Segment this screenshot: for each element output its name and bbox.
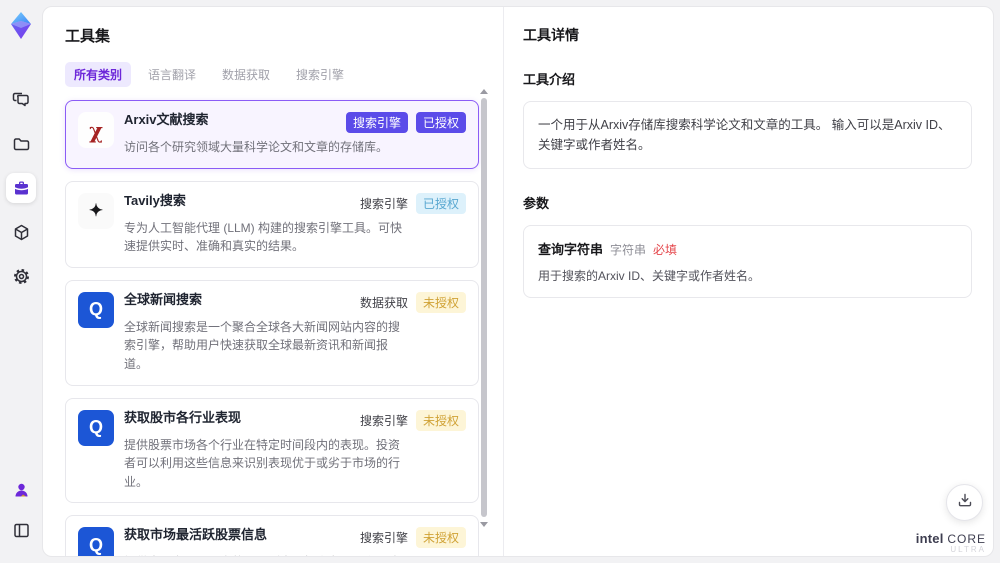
app-logo gem-logo-icon bbox=[8, 10, 34, 47]
tool-card-active-stocks[interactable]: Q 获取市场最活跃股票信息 搜索引擎 未授权 提供当天交易量最高的股票列表，投资… bbox=[65, 515, 479, 556]
tool-name: 获取股市各行业表现 bbox=[124, 409, 242, 425]
cube-icon bbox=[12, 223, 31, 242]
param-required-badge: 必填 bbox=[653, 243, 678, 257]
category-badge: 搜索引擎 bbox=[345, 112, 408, 133]
tool-card-sector-performance[interactable]: Q 获取股市各行业表现 搜索引擎 未授权 提供股票市场各个行业在特定时间段内的表… bbox=[65, 397, 479, 504]
tool-card-arxiv[interactable]: χ Arxiv文献搜索 搜索引擎 已授权 访问各个研究领域大量科学论文和文章的存… bbox=[65, 100, 479, 169]
scroll-up-icon[interactable] bbox=[480, 89, 488, 94]
tool-name: Arxiv文献搜索 bbox=[124, 112, 209, 127]
settings-icon gear-icon bbox=[12, 267, 31, 286]
panel-toggle-icon bbox=[12, 521, 31, 540]
tool-name: 获取市场最活跃股票信息 bbox=[124, 527, 268, 543]
tool-card-list: χ Arxiv文献搜索 搜索引擎 已授权 访问各个研究领域大量科学论文和文章的存… bbox=[65, 100, 479, 556]
sidebar-item-collapse[interactable] bbox=[6, 515, 36, 545]
param-type: 字符串 bbox=[610, 243, 647, 257]
page-title: 工具集 bbox=[65, 28, 111, 45]
brand-core: CORE bbox=[947, 531, 986, 546]
category-label: 数据获取 bbox=[359, 295, 408, 310]
folder-icon bbox=[12, 135, 31, 154]
auth-status-badge: 未授权 bbox=[415, 527, 466, 549]
detail-title: 工具详情 bbox=[523, 27, 579, 43]
auth-status-badge: 已授权 bbox=[415, 112, 466, 133]
tab-data-fetch[interactable]: 数据获取 bbox=[213, 62, 279, 87]
tool-description: 访问各个研究领域大量科学论文和文章的存储库。 bbox=[124, 140, 389, 154]
category-label: 搜索引擎 bbox=[359, 196, 408, 211]
scroll-down-icon[interactable] bbox=[480, 522, 488, 527]
tab-all-categories[interactable]: 所有类别 bbox=[65, 62, 132, 87]
tool-detail-pane: 工具详情 工具介绍 一个用于从Arxiv存储库搜索科学论文和文章的工具。 输入可… bbox=[504, 7, 993, 556]
briefcase-icon bbox=[12, 179, 31, 198]
category-tabs: 所有类别 语言翻译 数据获取 搜索引擎 bbox=[65, 62, 503, 87]
tool-name: Tavily搜索 bbox=[124, 192, 186, 208]
tool-description: 提供当天交易量最高的股票列表，投资者可以利用这些信息来识别流动性强的股票和潜在的… bbox=[124, 553, 402, 556]
chat-icon bbox=[12, 91, 31, 110]
sidebar-item-models[interactable] bbox=[6, 217, 36, 247]
tool-card-tavily[interactable]: ✦ Tavily搜索 搜索引擎 已授权 专为人工智能代理 (LLM) 构建的搜索… bbox=[65, 180, 479, 268]
brand-sub: ULTRA bbox=[950, 545, 986, 555]
sidebar bbox=[0, 0, 42, 563]
tool-list-pane: 工具集 所有类别 语言翻译 数据获取 搜索引擎 χ Arxiv文献搜索 搜索引擎… bbox=[43, 7, 503, 556]
brand-intel: intel bbox=[915, 530, 944, 546]
arxiv-icon: χ bbox=[78, 112, 114, 148]
main-panel: 工具集 所有类别 语言翻译 数据获取 搜索引擎 χ Arxiv文献搜索 搜索引擎… bbox=[42, 6, 994, 557]
download-button[interactable] bbox=[946, 484, 983, 521]
intro-text: 一个用于从Arxiv存储库搜索科学论文和文章的工具。 输入可以是Arxiv ID… bbox=[538, 118, 951, 152]
intro-section-title: 工具介绍 bbox=[523, 72, 576, 87]
tool-description: 专为人工智能代理 (LLM) 构建的搜索引擎工具。可快速提供实时、准确和真实的结… bbox=[124, 220, 403, 254]
tool-name: 全球新闻搜索 bbox=[124, 291, 203, 307]
param-name: 查询字符串 bbox=[538, 242, 604, 257]
auth-status-badge: 未授权 bbox=[415, 291, 466, 313]
sidebar-item-account[interactable] bbox=[6, 475, 36, 505]
intel-core-logo: intel CORE ULTRA bbox=[915, 530, 986, 555]
sidebar-item-settings[interactable] bbox=[6, 261, 36, 291]
sidebar-item-files[interactable] bbox=[6, 129, 36, 159]
params-section-title: 参数 bbox=[523, 196, 550, 211]
tab-search-engine[interactable]: 搜索引擎 bbox=[287, 62, 353, 87]
list-scrollbar[interactable] bbox=[480, 89, 488, 527]
sidebar-item-tools[interactable] bbox=[6, 173, 36, 203]
param-box: 查询字符串 字符串 必填 用于搜索的Arxiv ID、关键字或作者姓名。 bbox=[523, 225, 972, 298]
tab-language-translation[interactable]: 语言翻译 bbox=[139, 62, 205, 87]
auth-status-badge: 已授权 bbox=[415, 192, 466, 214]
avatar-icon bbox=[12, 481, 31, 500]
q-news-icon: Q bbox=[78, 409, 114, 446]
tool-description: 提供股票市场各个行业在特定时间段内的表现。投资者可以利用这些信息来识别表现优于或… bbox=[124, 437, 401, 489]
tool-card-global-news[interactable]: Q 全球新闻搜索 数据获取 未授权 全球新闻搜索是一个聚合全球各大新闻网站内容的… bbox=[65, 279, 479, 386]
q-news-icon: Q bbox=[78, 527, 114, 556]
category-label: 搜索引擎 bbox=[359, 531, 408, 546]
auth-status-badge: 未授权 bbox=[415, 409, 466, 431]
q-news-icon: Q bbox=[78, 291, 114, 328]
tool-description: 全球新闻搜索是一个聚合全球各大新闻网站内容的搜索引擎，帮助用户快速获取全球最新资… bbox=[124, 319, 401, 371]
intro-box: 一个用于从Arxiv存储库搜索科学论文和文章的工具。 输入可以是Arxiv ID… bbox=[523, 101, 972, 169]
category-label: 搜索引擎 bbox=[359, 413, 408, 428]
sidebar-item-chat[interactable] bbox=[6, 85, 36, 115]
param-description: 用于搜索的Arxiv ID、关键字或作者姓名。 bbox=[538, 269, 761, 283]
tavily-star-icon: ✦ bbox=[78, 192, 114, 229]
download-icon bbox=[957, 492, 973, 513]
scrollbar-thumb[interactable] bbox=[481, 98, 487, 517]
